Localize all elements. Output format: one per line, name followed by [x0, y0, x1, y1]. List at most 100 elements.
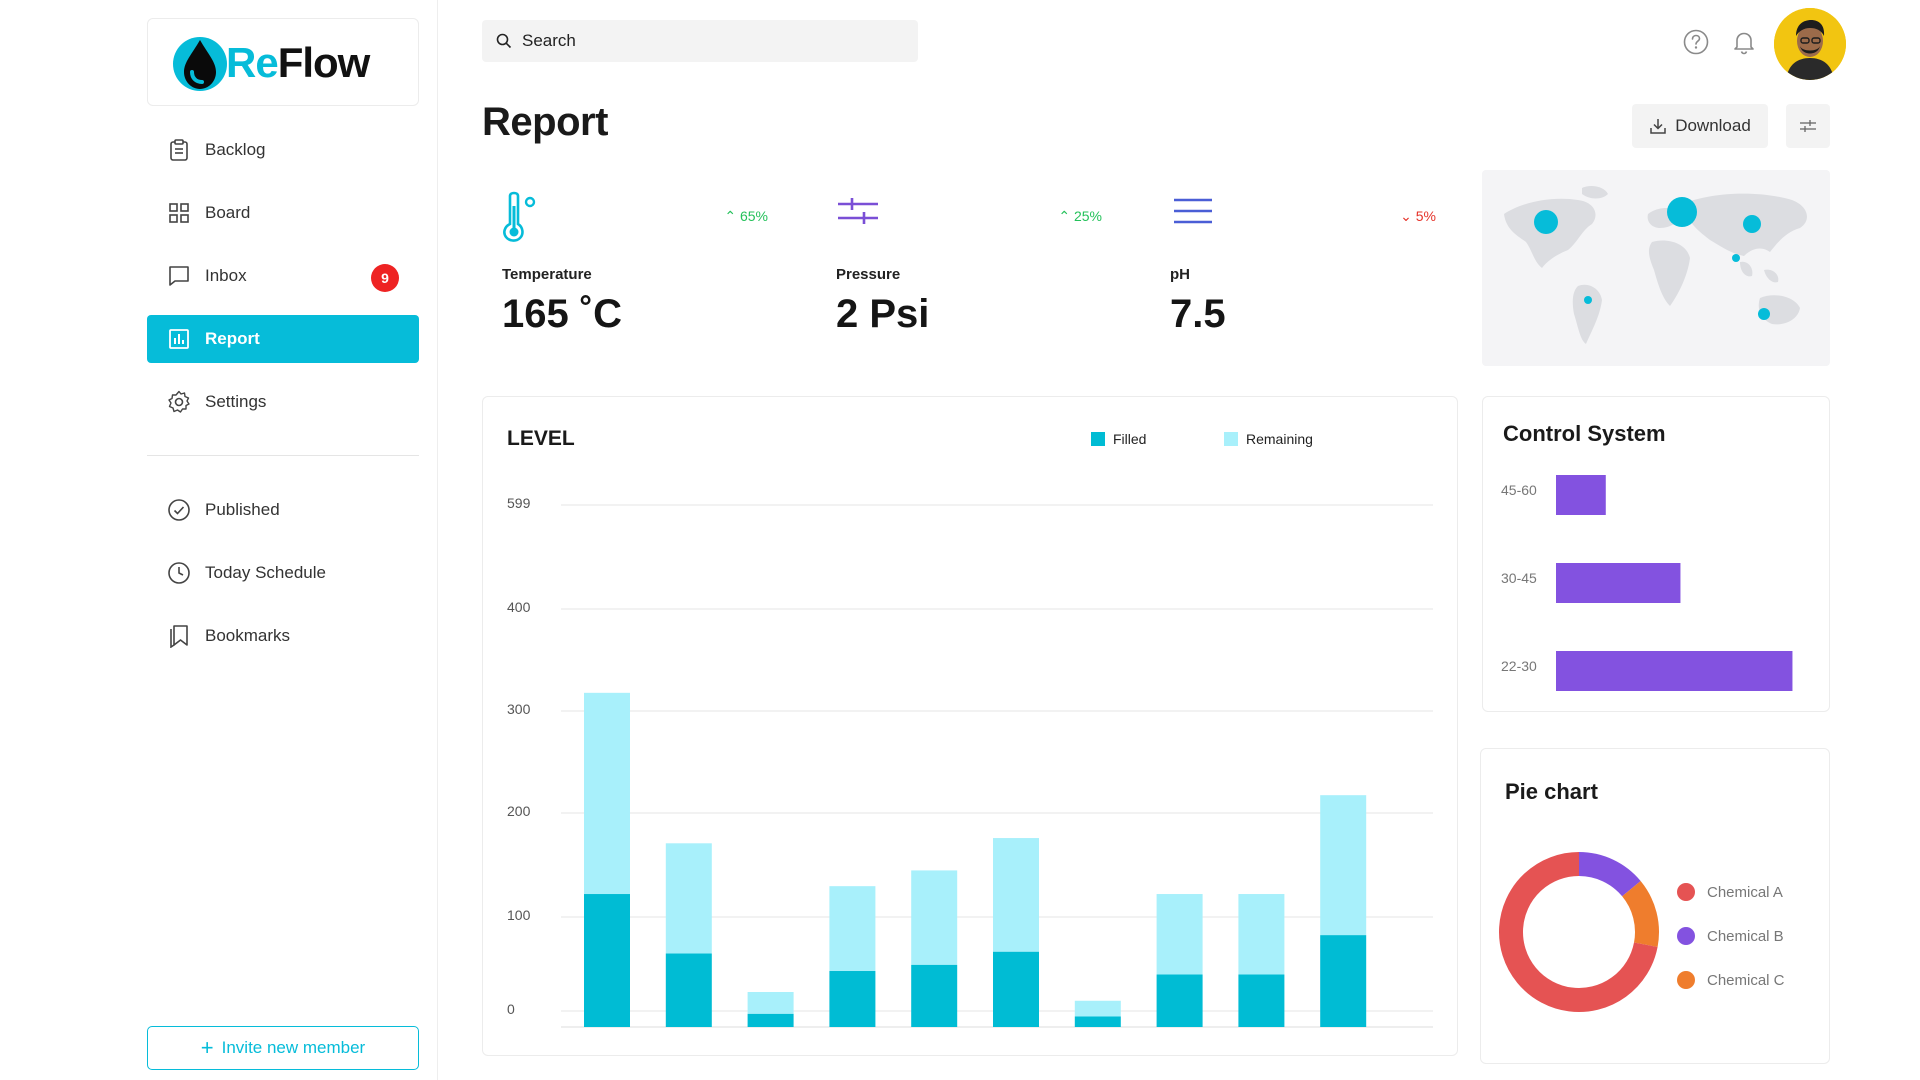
legend-dot [1677, 927, 1695, 945]
pie-slice [1621, 881, 1659, 947]
sidebar-item-published[interactable]: Published [147, 486, 419, 534]
sliders-icon [1800, 120, 1816, 132]
y-tick-label: 300 [507, 701, 531, 717]
clipboard-icon [170, 139, 188, 161]
stat-value: 165 ˚C [502, 292, 623, 336]
sidebar-item-label: Report [205, 329, 260, 348]
legend-dot [1677, 971, 1695, 989]
change-value: 25% [1073, 208, 1102, 224]
sidebar-item-report[interactable]: Report [147, 315, 419, 363]
brand-name-re: Re [226, 39, 279, 86]
control-system-panel: Control System 45-60 30-45 22-30 [1482, 396, 1830, 712]
map-marker [1743, 215, 1761, 233]
y-tick-label: 599 [507, 495, 531, 511]
y-tick-label: 200 [507, 803, 531, 819]
bar-remaining [993, 838, 1039, 952]
category-label: 45-60 [1501, 482, 1537, 498]
search-box[interactable] [482, 20, 918, 62]
map-marker [1758, 308, 1770, 320]
bar-remaining [665, 843, 712, 954]
bar-filled [1320, 935, 1367, 1027]
arrow-down-icon: ⌄ [1400, 208, 1416, 224]
change-indicator: ⌃ 65% [724, 208, 768, 225]
page-title: Report [482, 100, 608, 144]
bar-remaining [747, 992, 794, 1014]
category-label: 30-45 [1501, 570, 1537, 586]
world-map [1482, 170, 1830, 366]
control-bar [1556, 563, 1681, 603]
pie-legend-item: Chemical C [1677, 971, 1785, 989]
stat-label: pH [1170, 266, 1190, 283]
bookmark-icon [170, 625, 188, 648]
message-icon [169, 266, 189, 286]
level-chart-panel: LEVEL Filled Remaining 599 400 300 200 100 0 [482, 396, 1458, 1056]
control-bar [1556, 651, 1793, 691]
bar-remaining [1156, 894, 1203, 975]
y-tick-label: 0 [507, 1001, 515, 1017]
bar-filled [665, 953, 712, 1027]
change-value: 65% [739, 208, 768, 224]
category-label: 22-30 [1501, 658, 1537, 674]
grid-icon [169, 203, 189, 223]
bar-filled [1074, 1016, 1121, 1027]
logo[interactable]: ReFlow [147, 18, 419, 106]
download-label: Download [1675, 116, 1751, 135]
thermometer-icon [503, 191, 536, 242]
invite-label: Invite new member [221, 1038, 366, 1057]
download-icon [1650, 119, 1666, 134]
sidebar-item-backlog[interactable]: Backlog [147, 126, 419, 174]
stat-value: 7.5 [1170, 292, 1226, 336]
bar-remaining [1238, 894, 1285, 975]
brand-name: ReFlow [226, 39, 371, 87]
search-input[interactable] [522, 20, 902, 62]
water-drop-logo-icon [173, 37, 227, 91]
change-indicator: ⌄ 5% [1400, 208, 1436, 225]
arrow-up-icon: ⌃ [724, 208, 740, 224]
bar-remaining [911, 870, 958, 965]
sidebar-item-label: Today Schedule [205, 563, 326, 582]
level-chart-svg: 599 400 300 200 100 0 [507, 495, 1433, 1028]
pie-chart-svg [1499, 852, 1659, 1012]
bar-remaining [1074, 1000, 1121, 1017]
invite-member-button[interactable]: + Invite new member [147, 1026, 419, 1070]
sidebar-item-bookmarks[interactable]: Bookmarks [147, 612, 419, 660]
clock-icon [168, 562, 190, 584]
help-icon[interactable] [1682, 28, 1710, 56]
sliders-icon [838, 198, 878, 224]
legend-label: Chemical C [1707, 971, 1785, 989]
stat-value: 2 Psi [836, 292, 930, 336]
inbox-count-badge: 9 [371, 264, 399, 292]
sidebar-item-inbox[interactable]: Inbox 9 [147, 252, 419, 300]
sidebar-divider [147, 455, 419, 456]
map-marker [1534, 210, 1558, 234]
sidebar-item-settings[interactable]: Settings [147, 378, 419, 426]
bell-icon[interactable] [1730, 28, 1758, 56]
filter-button[interactable] [1786, 104, 1830, 148]
menu-lines-icon [1174, 198, 1212, 224]
bar-filled [747, 1013, 794, 1027]
pie-legend-item: Chemical B [1677, 927, 1784, 945]
y-tick-label: 100 [507, 907, 531, 923]
legend-label: Chemical A [1707, 883, 1783, 901]
sidebar-item-board[interactable]: Board [147, 189, 419, 237]
brand-name-flow: Flow [277, 39, 371, 86]
stat-label: Pressure [836, 266, 901, 283]
bar-filled [993, 951, 1039, 1027]
sidebar-item-label: Bookmarks [205, 626, 291, 645]
sidebar: ReFlow Backlog Board Inbox 9 Report Sett… [0, 0, 438, 1080]
sidebar-item-today-schedule[interactable]: Today Schedule [147, 549, 419, 597]
map-marker [1584, 296, 1592, 304]
sidebar-item-label: Inbox [205, 266, 247, 285]
bar-chart-icon [169, 329, 189, 349]
change-indicator: ⌃ 25% [1058, 208, 1102, 225]
download-button[interactable]: Download [1632, 104, 1768, 148]
control-bar [1556, 475, 1606, 515]
y-tick-label: 400 [507, 599, 531, 615]
user-avatar[interactable] [1774, 8, 1846, 80]
plus-icon: + [200, 1035, 214, 1060]
search-icon [496, 33, 512, 49]
legend-dot [1677, 883, 1695, 901]
bar-filled [584, 894, 630, 1027]
bar-remaining [829, 886, 876, 972]
bar-filled [911, 964, 958, 1027]
